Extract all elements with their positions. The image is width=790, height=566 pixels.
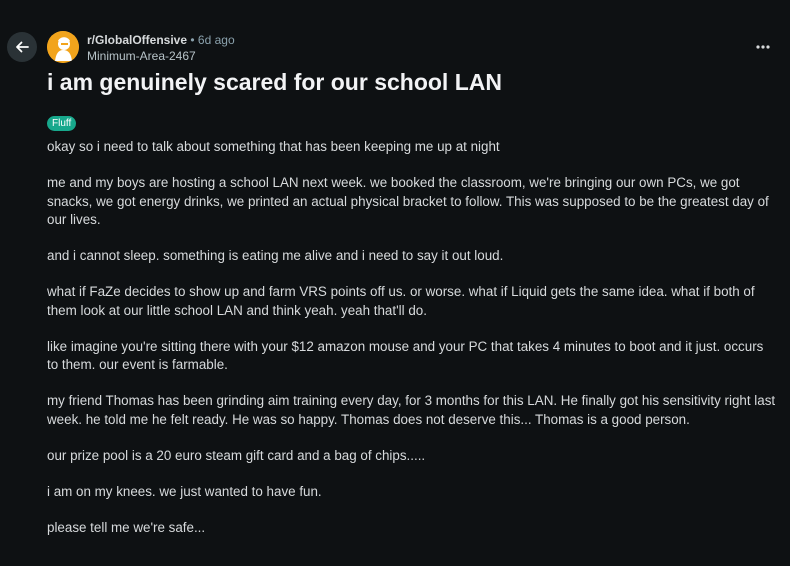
post-author[interactable]: Minimum-Area-2467 — [87, 48, 235, 64]
post-paragraph: my friend Thomas has been grinding aim t… — [47, 393, 776, 427]
post-paragraph: our prize pool is a 20 euro steam gift c… — [47, 447, 426, 463]
post-flair[interactable]: Fluff — [47, 116, 77, 131]
ellipsis-horizontal-icon — [756, 45, 770, 49]
back-button[interactable] — [7, 32, 37, 62]
post-body: okay so i need to talk about something t… — [47, 138, 777, 555]
post-age: 6d ago — [197, 33, 235, 47]
arrow-left-icon — [16, 41, 29, 53]
post-paragraph: what if FaZe decides to show up and farm… — [47, 284, 755, 318]
post-paragraph: i am on my knees. we just wanted to have… — [47, 483, 322, 499]
post-paragraph: please tell me we're safe... — [47, 519, 206, 535]
subreddit-avatar[interactable] — [47, 31, 79, 63]
subreddit-link[interactable]: r/GlobalOffensive — [87, 33, 187, 47]
post-paragraph: me and my boys are hosting a school LAN … — [47, 175, 769, 227]
post-paragraph: okay so i need to talk about something t… — [47, 139, 500, 154]
meta-separator: • — [190, 33, 195, 47]
post-title: i am genuinely scared for our school LAN — [47, 69, 502, 95]
post-paragraph: like imagine you're sitting there with y… — [47, 338, 764, 373]
post-paragraph: and i cannot sleep. something is eating … — [47, 248, 504, 263]
post-meta: r/GlobalOffensive • 6d ago Minimum-Area-… — [87, 32, 235, 64]
more-options-button[interactable] — [748, 34, 778, 60]
